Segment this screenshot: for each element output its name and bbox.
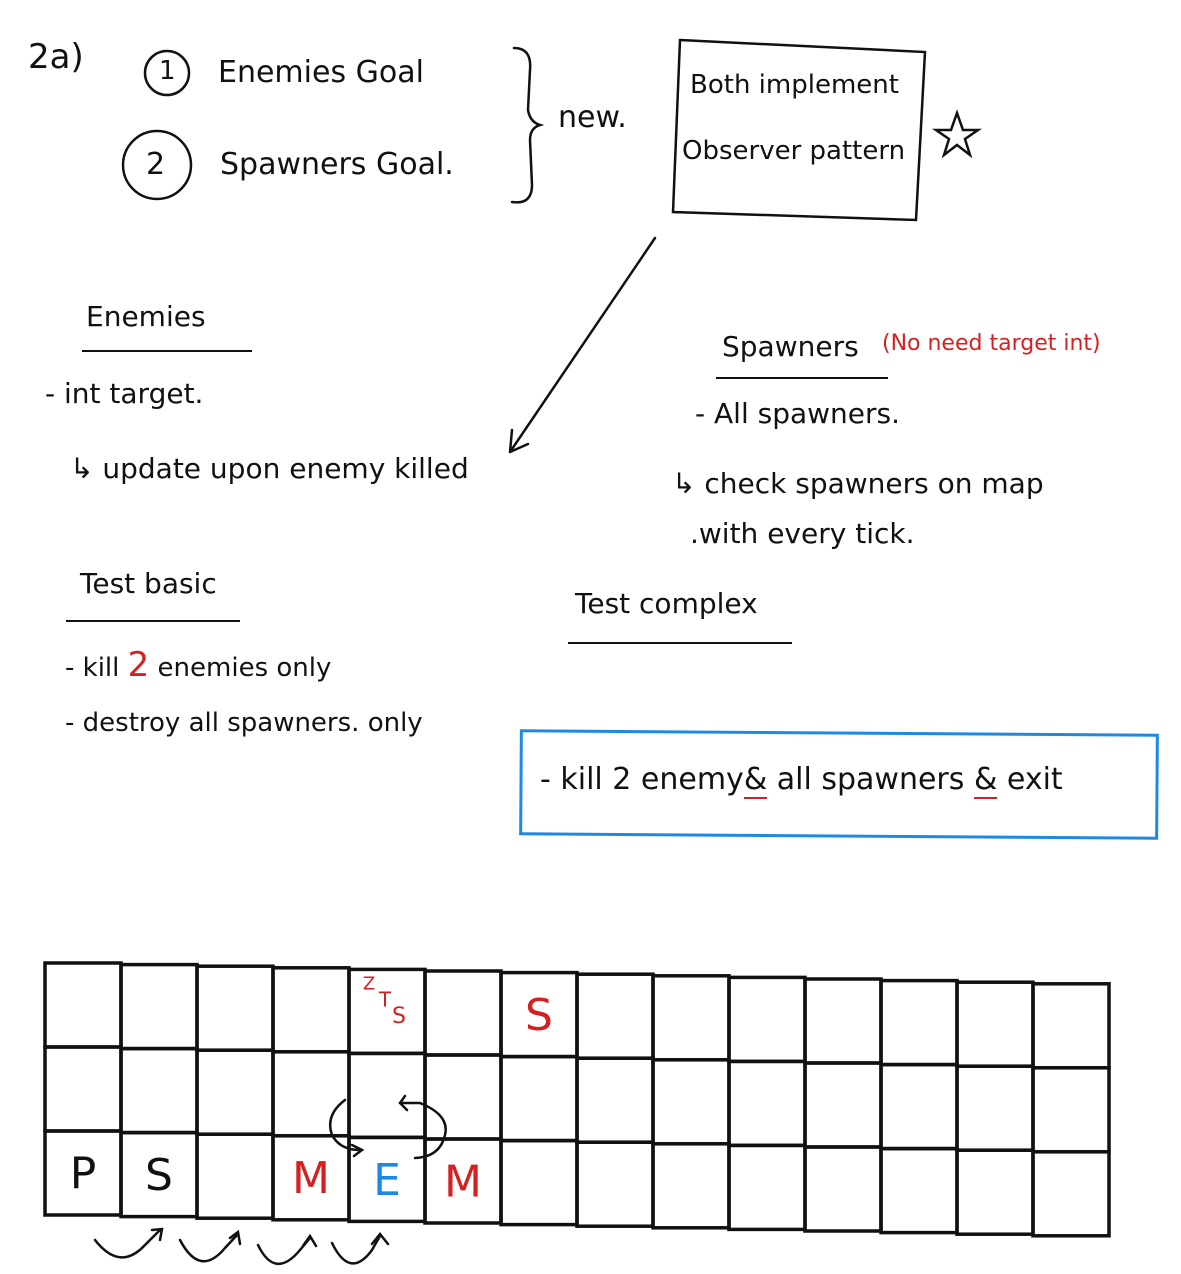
pattern-line-2: Observer pattern xyxy=(682,136,906,166)
section-heading: 2a) xyxy=(28,37,84,77)
grid-cell xyxy=(727,975,807,1064)
move-arrow-icon xyxy=(330,1231,390,1265)
enemy-count: 2 xyxy=(127,645,150,685)
grid-cell xyxy=(803,1061,883,1149)
goal-spawners: Spawners Goal. xyxy=(220,147,454,182)
grid-cell xyxy=(43,961,123,1049)
new-label: new. xyxy=(558,100,627,135)
grid-cell xyxy=(575,1056,655,1144)
rotate-arrow-icon xyxy=(398,1094,447,1160)
grid-cell xyxy=(727,1143,807,1232)
grid-cell xyxy=(651,974,731,1062)
grid-cell xyxy=(119,1046,199,1135)
pattern-box-outline xyxy=(671,38,927,222)
grid-cell xyxy=(727,1059,807,1148)
grid-cell-label: S xyxy=(525,990,553,1041)
test-basic-item-1: - kill 2 enemies only xyxy=(65,648,331,682)
text: - kill xyxy=(65,653,120,683)
grid-cell xyxy=(651,1142,731,1230)
move-arrow-icon xyxy=(93,1227,164,1259)
map-grid: ZTS SP S M E M xyxy=(43,961,1111,1238)
grid-cell xyxy=(499,1054,579,1143)
test-basic-title: Test basic xyxy=(80,567,217,600)
goal-number: 2 xyxy=(146,147,166,182)
spawners-item: - All spawners. xyxy=(695,397,901,430)
spawners-annotation: (No need target int) xyxy=(882,331,1101,356)
underline xyxy=(568,642,792,644)
underline xyxy=(716,377,888,379)
star-icon xyxy=(931,109,983,159)
grid-cell-label: M xyxy=(444,1156,482,1207)
grid-cell-label: E xyxy=(373,1155,401,1206)
grid-cell xyxy=(43,1045,123,1133)
arrow-to-enemies xyxy=(508,236,657,454)
grid-cell xyxy=(575,972,655,1060)
grid-cell xyxy=(271,966,351,1054)
grid-cell xyxy=(1031,982,1111,1070)
pattern-line-1: Both implement xyxy=(690,70,899,100)
grid-cell xyxy=(879,1062,959,1151)
grid-cell xyxy=(879,1146,959,1235)
grid-cell-label: S xyxy=(392,1004,406,1029)
grid-cell xyxy=(347,1051,427,1140)
grid-cell xyxy=(575,1140,655,1228)
grid-cell xyxy=(803,1145,883,1233)
grid-cell xyxy=(803,977,883,1065)
grid-cell-label: T xyxy=(378,987,392,1011)
test-complex-item: - kill 2 enemy& all spawners & exit xyxy=(540,762,1063,799)
curly-brace xyxy=(510,46,545,204)
text: exit xyxy=(1006,762,1063,797)
goal-number: 1 xyxy=(159,56,176,86)
grid-cell xyxy=(955,1064,1035,1152)
spawners-title: Spawners xyxy=(722,330,859,363)
underline xyxy=(66,620,240,622)
grid-cell xyxy=(879,978,959,1067)
spawners-note-2: .with every tick. xyxy=(690,517,915,550)
grid-cell-label: P xyxy=(70,1148,97,1199)
grid-cell xyxy=(195,964,275,1052)
move-arrow-icon xyxy=(256,1233,318,1266)
test-complex-title: Test complex xyxy=(575,587,758,620)
grid-cell-label: Z xyxy=(363,974,375,995)
text: enemies only xyxy=(157,653,332,683)
enemies-title: Enemies xyxy=(86,300,206,333)
spawners-note-1: ↳ check spawners on map xyxy=(672,467,1044,500)
underline xyxy=(82,350,252,352)
grid-cell xyxy=(955,1148,1035,1236)
grid-cell xyxy=(119,962,199,1051)
goal-enemies: Enemies Goal xyxy=(218,55,424,90)
ampersand: & xyxy=(743,762,768,799)
grid-cell xyxy=(499,1138,579,1227)
grid-cell-label: S xyxy=(145,1150,173,1201)
rotate-arrow-icon xyxy=(328,1098,365,1158)
text: all spawners xyxy=(776,762,965,797)
sketch-lines: ZTS SP S M E M xyxy=(43,38,1159,1266)
move-arrow-icon xyxy=(178,1229,242,1263)
grid-cell xyxy=(1031,1150,1111,1238)
text: - kill 2 enemy xyxy=(540,762,744,797)
grid-cell xyxy=(955,980,1035,1068)
grid-cell xyxy=(423,1053,503,1141)
enemies-note: ↳ update upon enemy killed xyxy=(70,452,469,485)
enemies-item: - int target. xyxy=(45,377,204,410)
grid-cell xyxy=(195,1048,275,1136)
grid-cell xyxy=(423,969,503,1057)
grid-cell xyxy=(651,1058,731,1146)
grid-cell xyxy=(195,1132,275,1220)
grid-cell xyxy=(1031,1066,1111,1154)
test-basic-item-2: - destroy all spawners. only xyxy=(65,708,423,738)
ampersand: & xyxy=(973,762,998,799)
grid-cell xyxy=(271,1050,351,1138)
grid-cell-label: M xyxy=(292,1153,330,1204)
